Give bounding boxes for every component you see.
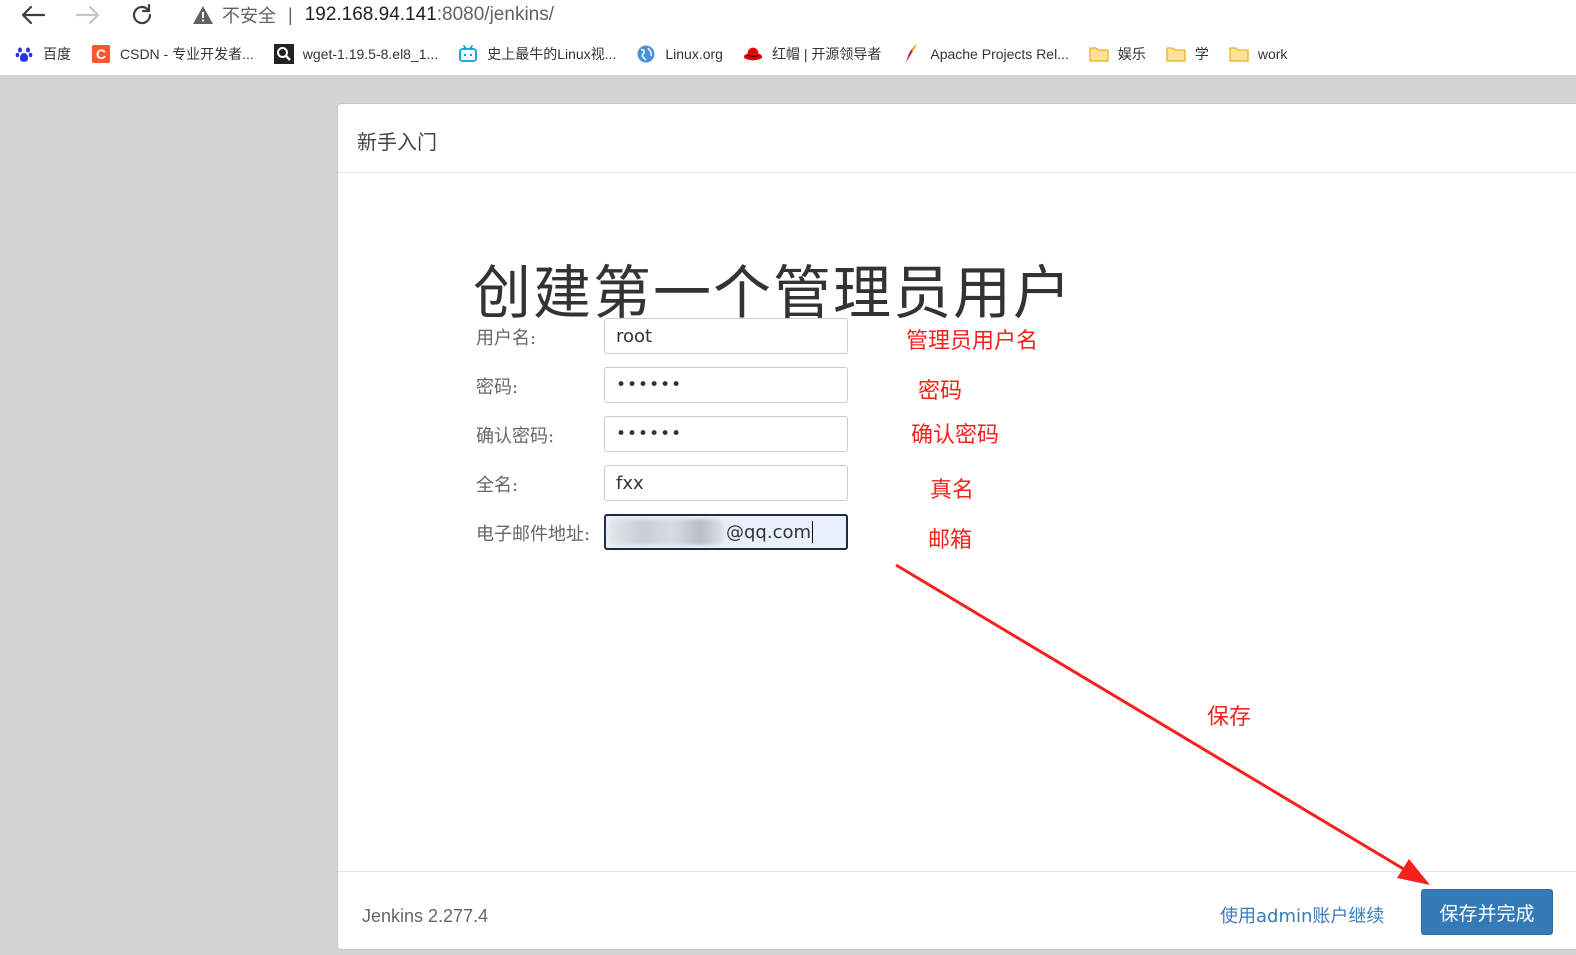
bookmark-redhat[interactable]: 红帽 | 开源领导者 [743, 44, 881, 64]
password-label: 密码: [476, 377, 519, 398]
apache-feather-icon [901, 43, 921, 64]
reload-button[interactable] [127, 0, 157, 30]
email-label: 电子邮件地址: [476, 524, 591, 545]
insecure-label: 不安全 [222, 6, 276, 26]
back-button[interactable] [18, 0, 48, 30]
svg-text:C: C [96, 46, 106, 62]
bookmark-label: CSDN - 专业开发者... [120, 45, 254, 62]
search-icon [273, 43, 294, 64]
email-row: 电子邮件地址: @qq.com [476, 514, 856, 552]
warning-icon[interactable] [192, 4, 214, 26]
bookmark-label: work [1257, 45, 1288, 62]
bookmark-bilibili[interactable]: 史上最牛的Linux视... [458, 44, 616, 64]
bookmark-apache[interactable]: Apache Projects Rel... [901, 43, 1069, 64]
folder-icon [1166, 44, 1186, 64]
annotation-username: 管理员用户名 [906, 329, 1039, 354]
bookmark-label: 史上最牛的Linux视... [487, 45, 617, 62]
annotation-email: 邮箱 [928, 528, 973, 553]
annotation-confirm-password: 确认密码 [911, 423, 1000, 448]
annotation-password: 密码 [918, 379, 963, 404]
bookmark-label: wget-1.19.5-8.el8_1... [302, 45, 439, 62]
bookmark-folder-entertainment[interactable]: 娱乐 [1089, 44, 1146, 64]
bookmark-label: 红帽 | 开源领导者 [771, 45, 882, 62]
url-host: 192.168.94.141 [304, 4, 437, 25]
confirm-password-row: 确认密码: •••••• [476, 416, 856, 454]
bookmark-label: Linux.org [665, 45, 723, 62]
username-label: 用户名: [476, 328, 537, 349]
bookmarks-bar: 百度 C CSDN - 专业开发者... wget-1.19.5-8.el8_1… [0, 32, 1576, 76]
bookmark-csdn[interactable]: C CSDN - 专业开发者... [91, 44, 254, 64]
fullname-input[interactable]: fxx [604, 465, 848, 501]
bookmark-linuxorg[interactable]: Linux.org [636, 44, 723, 64]
forward-button[interactable] [73, 0, 103, 30]
browser-toolbar: 不安全 | 192.168.94.141:8080/jenkins/ [0, 0, 1576, 32]
fullname-row: 全名: fxx [476, 465, 856, 503]
bookmark-baidu[interactable]: 百度 [14, 44, 71, 64]
password-row: 密码: •••••• [476, 367, 856, 405]
bookmark-label: 百度 [43, 45, 71, 62]
address-bar[interactable]: 不安全 | 192.168.94.141:8080/jenkins/ [180, 0, 1576, 30]
dialog-footer: Jenkins 2.277.4 使用admin账户继续 保存并完成 [338, 871, 1576, 951]
fullname-value: fxx [616, 472, 644, 494]
email-input[interactable]: @qq.com [604, 514, 848, 550]
email-value: @qq.com [726, 521, 812, 543]
url-separator: | [288, 4, 293, 25]
username-row: 用户名: root [476, 318, 856, 356]
url-path: :8080/jenkins/ [436, 4, 555, 25]
bookmark-folder-work[interactable]: work [1229, 44, 1288, 64]
continue-as-admin-link[interactable]: 使用admin账户继续 [1220, 902, 1384, 928]
folder-icon [1089, 44, 1109, 64]
text-caret [812, 521, 814, 543]
folder-icon [1229, 44, 1249, 64]
password-value: •••••• [616, 375, 683, 395]
password-input[interactable]: •••••• [604, 367, 848, 403]
globe-icon [636, 44, 656, 64]
redhat-icon [743, 44, 763, 64]
redacted-blur [608, 519, 724, 545]
username-value: root [616, 325, 653, 347]
bookmark-label: 娱乐 [1117, 45, 1146, 62]
annotation-fullname: 真名 [930, 478, 975, 503]
dialog-title: 新手入门 [357, 130, 437, 154]
bookmark-label: 学 [1194, 45, 1209, 62]
jenkins-version: Jenkins 2.277.4 [362, 906, 489, 926]
csdn-icon: C [91, 44, 111, 64]
annotation-save: 保存 [1207, 705, 1252, 730]
confirm-password-label: 确认密码: [476, 426, 555, 447]
confirm-password-value: •••••• [616, 424, 683, 444]
bookmark-folder-study[interactable]: 学 [1166, 44, 1209, 64]
confirm-password-input[interactable]: •••••• [604, 416, 848, 452]
arrow-right-icon [75, 5, 100, 25]
arrow-left-icon [21, 5, 46, 25]
username-input[interactable]: root [604, 318, 848, 354]
baidu-paw-icon [14, 44, 34, 64]
bookmark-label: Apache Projects Rel... [930, 45, 1069, 62]
save-and-finish-button[interactable]: 保存并完成 [1421, 889, 1553, 935]
dialog-header: 新手入门 [338, 104, 1576, 173]
bilibili-tv-icon [458, 44, 478, 64]
fullname-label: 全名: [476, 475, 519, 496]
reload-icon [132, 3, 152, 25]
bookmark-wget[interactable]: wget-1.19.5-8.el8_1... [273, 43, 439, 64]
